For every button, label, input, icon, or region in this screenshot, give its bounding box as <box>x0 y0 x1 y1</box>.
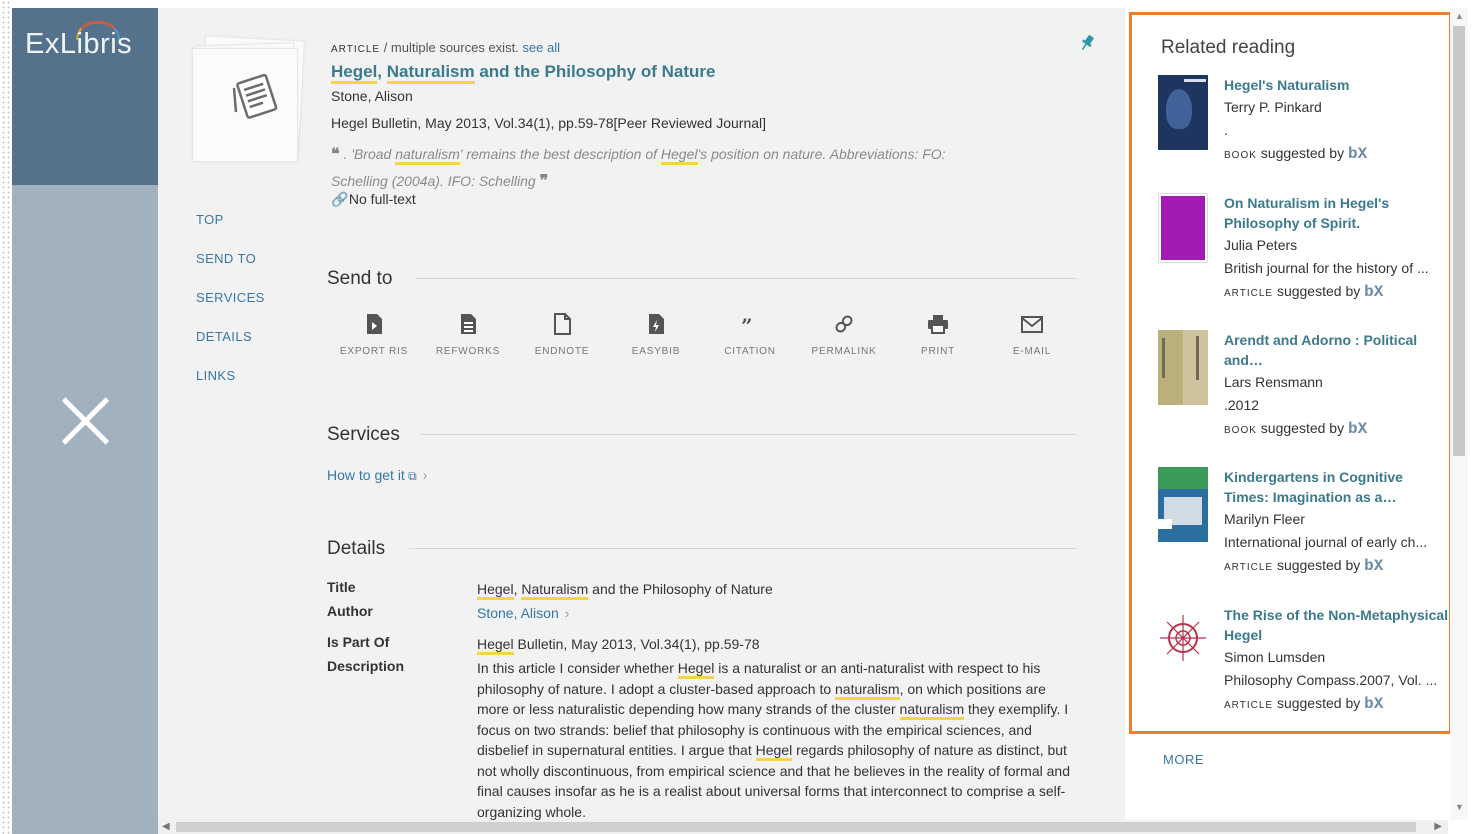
send-to-actions: EXPORT RIS REFWORKS ENDNOTE EASYBIB ” CI… <box>327 313 1083 373</box>
printer-icon <box>928 315 948 334</box>
record-title[interactable]: Hegel, Naturalism and the Philosophy of … <box>331 62 715 84</box>
services-heading: Services <box>327 424 400 445</box>
scroll-down-icon[interactable]: ▼ <box>1455 802 1464 812</box>
endnote-button[interactable]: ENDNOTE <box>515 313 609 359</box>
divider <box>415 278 1077 279</box>
related-reading-box: Related reading Hegel's Naturalism Terry… <box>1129 12 1452 734</box>
related-reading-heading: Related reading <box>1161 37 1296 58</box>
book-cover[interactable] <box>1158 193 1208 263</box>
open-quote-icon: ❝ <box>331 146 340 163</box>
more-related-link[interactable]: MORE <box>1163 752 1204 767</box>
horizontal-scrollbar[interactable]: ◀ ▶ <box>158 820 1448 834</box>
refworks-button[interactable]: REFWORKS <box>421 313 515 359</box>
bx-logo: bX <box>1364 283 1384 301</box>
external-link-icon: ⧉ <box>404 469 417 483</box>
nav-services[interactable]: SERVICES <box>196 290 265 329</box>
link-icon <box>835 315 853 333</box>
record-snippet: ❝ . 'Broad naturalism' remains the best … <box>331 146 946 190</box>
pin-icon[interactable] <box>1080 34 1094 52</box>
send-to-heading: Send to <box>327 268 393 289</box>
scroll-right-icon[interactable]: ▶ <box>1434 821 1442 832</box>
record-source: Hegel Bulletin, May 2013, Vol.34(1), pp.… <box>331 115 767 131</box>
divider <box>409 548 1077 549</box>
related-item-title[interactable]: Hegel's Naturalism <box>1224 75 1450 95</box>
related-item-title[interactable]: On Naturalism in Hegel's Philosophy of S… <box>1224 193 1450 233</box>
details-description-value: In this article I consider whether Hegel… <box>477 660 1070 820</box>
scroll-left-icon[interactable]: ◀ <box>162 821 170 832</box>
exlibris-logo: ExLibris <box>25 28 133 60</box>
bx-logo: bX <box>1347 420 1368 438</box>
svg-text:”: ” <box>741 314 753 335</box>
related-item-title[interactable]: Arendt and Adorno : Political and… <box>1224 330 1450 370</box>
fulltext-status: 🔗 No full-text <box>331 191 416 207</box>
print-button[interactable]: PRINT <box>891 313 985 359</box>
email-button[interactable]: E-MAIL <box>985 313 1079 359</box>
nav-send-to[interactable]: SEND TO <box>196 251 265 290</box>
details-title-value: Hegel, Naturalism and the Philosophy of … <box>477 579 1081 600</box>
document-icon <box>232 73 278 119</box>
left-overlay-pane: ExLibris <box>12 8 158 834</box>
book-cover[interactable] <box>1158 605 1208 671</box>
details-heading: Details <box>327 538 386 559</box>
nav-top[interactable]: TOP <box>196 212 265 251</box>
details-author-value[interactable]: Stone, Alison › <box>477 603 1081 624</box>
chevron-right-icon: › <box>564 605 570 621</box>
page-edge-decoration <box>0 0 12 834</box>
endnote-icon <box>554 313 571 335</box>
nav-links[interactable]: LINKS <box>196 368 265 407</box>
book-cover[interactable] <box>1158 75 1208 150</box>
section-nav: TOP SEND TO SERVICES DETAILS LINKS <box>196 212 265 407</box>
link-icon: 🔗 <box>331 191 349 207</box>
bx-logo: bX <box>1347 145 1368 163</box>
permalink-button[interactable]: PERMALINK <box>797 313 891 359</box>
refworks-icon <box>461 314 476 334</box>
export-ris-icon <box>367 314 382 334</box>
nav-details[interactable]: DETAILS <box>196 329 265 368</box>
quote-icon: ” <box>741 314 753 335</box>
related-item-title[interactable]: Kindergartens in Cognitive Times: Imagin… <box>1224 467 1450 507</box>
vertical-scrollbar[interactable]: ▲ ▼ <box>1450 8 1468 820</box>
scrollbar-thumb[interactable] <box>176 822 1416 832</box>
record-type-line: ARTICLE / multiple sources exist. see al… <box>331 40 560 55</box>
record-thumbnail <box>192 35 305 162</box>
chevron-right-icon: › <box>422 467 428 483</box>
citation-button[interactable]: ” CITATION <box>703 313 797 359</box>
easybib-icon <box>649 314 664 334</box>
scroll-up-icon[interactable]: ▲ <box>1455 11 1464 21</box>
details-part-of-value: Hegel Bulletin, May 2013, Vol.34(1), pp.… <box>477 634 1081 655</box>
full-record-panel: TOP SEND TO SERVICES DETAILS LINKS ARTIC… <box>158 8 1125 820</box>
export-ris-button[interactable]: EXPORT RIS <box>327 313 421 359</box>
close-icon[interactable] <box>60 396 110 446</box>
see-all-link[interactable]: see all <box>522 40 560 55</box>
book-cover[interactable] <box>1158 330 1208 405</box>
related-item-title[interactable]: The Rise of the Non-Metaphysical Hegel <box>1224 605 1450 645</box>
easybib-button[interactable]: EASYBIB <box>609 313 703 359</box>
record-author: Stone, Alison <box>331 88 413 104</box>
logo-bar: ExLibris <box>12 8 158 185</box>
divider <box>421 434 1077 435</box>
bx-logo: bX <box>1364 695 1384 713</box>
scrollbar-thumb[interactable] <box>1453 26 1465 456</box>
close-quote-icon: ❞ <box>539 173 549 190</box>
sources-text: / multiple sources exist. <box>383 40 519 55</box>
compass-rose-icon <box>1160 615 1206 661</box>
how-to-get-it-link[interactable]: How to get it ⧉ › <box>327 467 427 484</box>
envelope-icon <box>1021 316 1043 333</box>
book-cover[interactable] <box>1158 467 1208 542</box>
record-type-label: ARTICLE <box>331 44 381 55</box>
bx-logo: bX <box>1364 557 1384 575</box>
